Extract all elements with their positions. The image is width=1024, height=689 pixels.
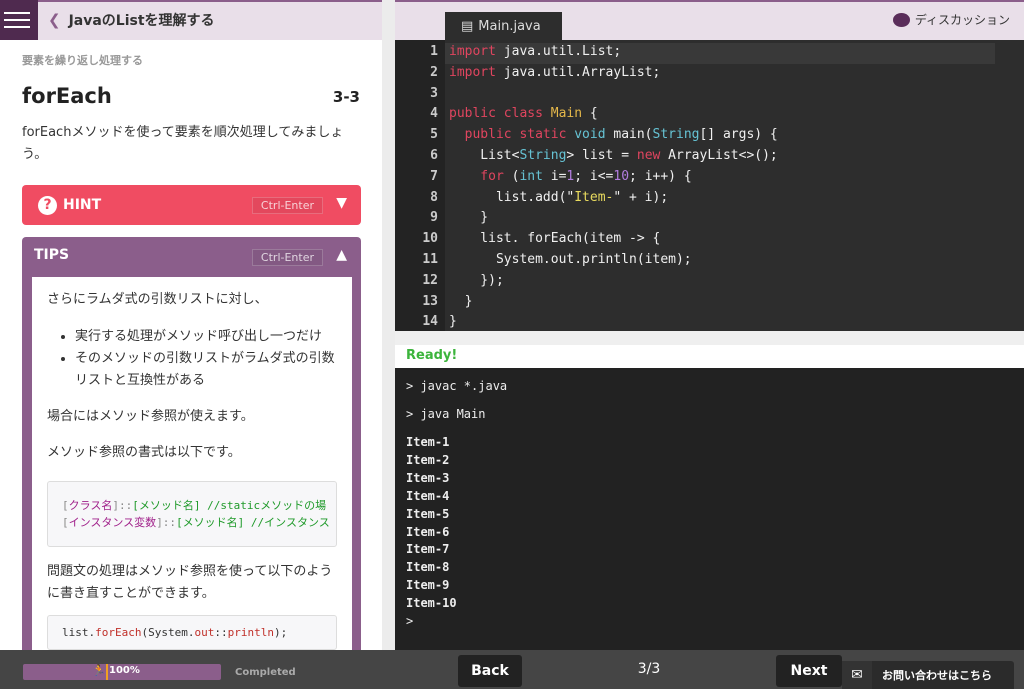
console-line: Item-2 xyxy=(406,452,450,467)
code-line: } xyxy=(449,293,473,309)
hint-shortcut: Ctrl-Enter xyxy=(251,197,323,214)
syntax-code-block: [クラス名]::[メソッド名] //staticメソッドの場 [インスタンス変数… xyxy=(47,481,337,547)
code-editor[interactable]: 1 import java.util.List; 2 import java.util… xyxy=(395,40,1024,331)
code-line: for (int i=1; i<=10; i++) { xyxy=(449,168,692,184)
console-line: Item-9 xyxy=(406,578,450,593)
code-line: public class Main { xyxy=(449,106,598,122)
lesson-description: forEachメソッドを使って要素を順次処理してみましょう。 xyxy=(22,125,344,162)
code-token: list. xyxy=(62,626,96,639)
list-item: 実行する処理がメソッド呼び出し一つだけ xyxy=(75,326,337,348)
back-button[interactable]: Back xyxy=(458,655,522,687)
line-number: 11 xyxy=(422,252,438,267)
line-number: 8 xyxy=(430,189,438,205)
next-button[interactable]: Next xyxy=(776,655,842,687)
line-number: 10 xyxy=(422,231,438,247)
line-number: 6 xyxy=(430,148,438,163)
code-line: list. forEach(item -> { xyxy=(449,231,661,247)
lesson-title: forEach xyxy=(22,84,112,108)
line-number: 4 xyxy=(430,106,438,122)
tips-panel: TIPS Ctrl-Enter ▲ さらにラムダ式の引数リストに対し、 実行する… xyxy=(22,237,361,650)
chevron-left-icon: ❮ xyxy=(48,11,61,29)
tips-toggle[interactable]: TIPS xyxy=(34,247,69,263)
file-icon: ▤ xyxy=(461,18,474,34)
console-line: Item-5 xyxy=(406,506,450,521)
code-line: public static void main(String[] args) { xyxy=(449,127,778,143)
lesson-panel: 要素を繰り返し処理する forEach 3-3 forEachメソッドを使って要… xyxy=(0,40,382,650)
console-status: Ready! xyxy=(395,345,1024,368)
code-token: forEach xyxy=(95,626,142,639)
console-line: > java Main xyxy=(406,407,486,421)
course-back-link[interactable]: ❮ JavaのListを理解する xyxy=(48,10,215,30)
hint-toggle[interactable]: ? HINT Ctrl-Enter ▼ xyxy=(22,185,361,225)
page-indicator: 3/3 xyxy=(637,661,661,677)
tips-list: 実行する処理がメソッド呼び出し一つだけ そのメソッドの引数リストがラムダ式の引数… xyxy=(75,326,337,392)
course-title: JavaのListを理解する xyxy=(68,13,215,29)
tips-shortcut: Ctrl-Enter xyxy=(251,249,323,266)
tab-label: Main.java xyxy=(478,18,541,34)
code-line: import java.util.ArrayList; xyxy=(449,64,661,80)
tips-text: 場合にはメソッド参照が使えます。 xyxy=(47,409,254,424)
console-line: Item-10 xyxy=(406,596,457,611)
code-line: } xyxy=(449,314,457,330)
chat-bubble-icon xyxy=(892,12,910,27)
line-number: 9 xyxy=(430,210,438,226)
line-number: 7 xyxy=(430,168,438,184)
mail-icon: ✉ xyxy=(842,661,872,689)
line-number: 13 xyxy=(422,293,438,309)
code-line: }); xyxy=(449,272,504,288)
question-icon: ? xyxy=(38,195,57,215)
discussion-label: ディスカッション xyxy=(914,13,1010,27)
code-line: list.add("Item-" + i); xyxy=(449,189,669,205)
console-line: Item-4 xyxy=(406,488,450,503)
section-title: 要素を繰り返し処理する xyxy=(22,54,143,67)
lesson-scrollbar[interactable] xyxy=(382,0,395,650)
code-line: List<String> list = new ArrayList<>(); xyxy=(449,148,778,163)
completed-label: Completed xyxy=(235,667,296,678)
hint-label: HINT xyxy=(63,197,102,213)
tips-text: 問題文の処理はメソッド参照を使って以下のように書き直すことができます。 xyxy=(47,564,333,601)
console-line: > javac *.java xyxy=(406,379,508,393)
code-line: import java.util.List; xyxy=(449,44,622,59)
line-number: 1 xyxy=(430,44,438,59)
list-item: そのメソッドの引数リストがラムダ式の引数リストと互換性がある xyxy=(75,348,337,392)
console-line: Item-1 xyxy=(406,435,450,449)
tips-text: さらにラムダ式の引数リストに対し、 xyxy=(47,292,268,307)
contact-label: お問い合わせはこちら xyxy=(882,669,992,682)
console-line: Item-7 xyxy=(406,542,450,557)
line-number: 2 xyxy=(430,64,438,80)
console-line: Item-8 xyxy=(406,560,450,575)
code-line: System.out.println(item); xyxy=(449,252,692,267)
line-number: 12 xyxy=(422,272,438,288)
tips-content: さらにラムダ式の引数リストに対し、 実行する処理がメソッド呼び出し一つだけ その… xyxy=(32,277,352,650)
tips-text: メソッド参照の書式は以下です。 xyxy=(47,445,241,460)
console-line: Item-6 xyxy=(406,524,450,539)
pane-splitter[interactable] xyxy=(395,331,1024,345)
hamburger-menu-icon[interactable] xyxy=(0,0,38,40)
example-code-block: list.forEach(System.out::println); xyxy=(47,615,337,650)
line-number: 14 xyxy=(422,314,438,330)
progress-label: 100% xyxy=(109,665,140,676)
console-line: > xyxy=(406,614,414,628)
runner-icon: 🏃 xyxy=(92,664,106,677)
discussion-button[interactable]: ディスカッション xyxy=(892,11,1010,28)
contact-button[interactable]: ✉ お問い合わせはこちら xyxy=(842,661,1014,689)
line-number: 3 xyxy=(430,85,438,101)
progress-marker xyxy=(106,664,108,680)
code-line: } xyxy=(449,210,489,226)
line-number: 5 xyxy=(430,127,438,143)
chevron-up-icon[interactable]: ▲ xyxy=(336,247,347,263)
lesson-number: 3-3 xyxy=(332,88,360,106)
console-output: > javac *.java > java Main Item-1 Item-2 Ite… xyxy=(395,368,1024,650)
chevron-down-icon: ▼ xyxy=(336,195,347,211)
console-line: Item-3 xyxy=(406,470,450,485)
code-token: ); xyxy=(273,626,288,639)
tab-main-java[interactable]: ▤ Main.java xyxy=(445,12,562,40)
code-token: out xyxy=(194,626,215,639)
code-token: :: xyxy=(214,626,228,639)
code-token: (System. xyxy=(141,626,195,639)
code-token: println xyxy=(227,626,274,639)
